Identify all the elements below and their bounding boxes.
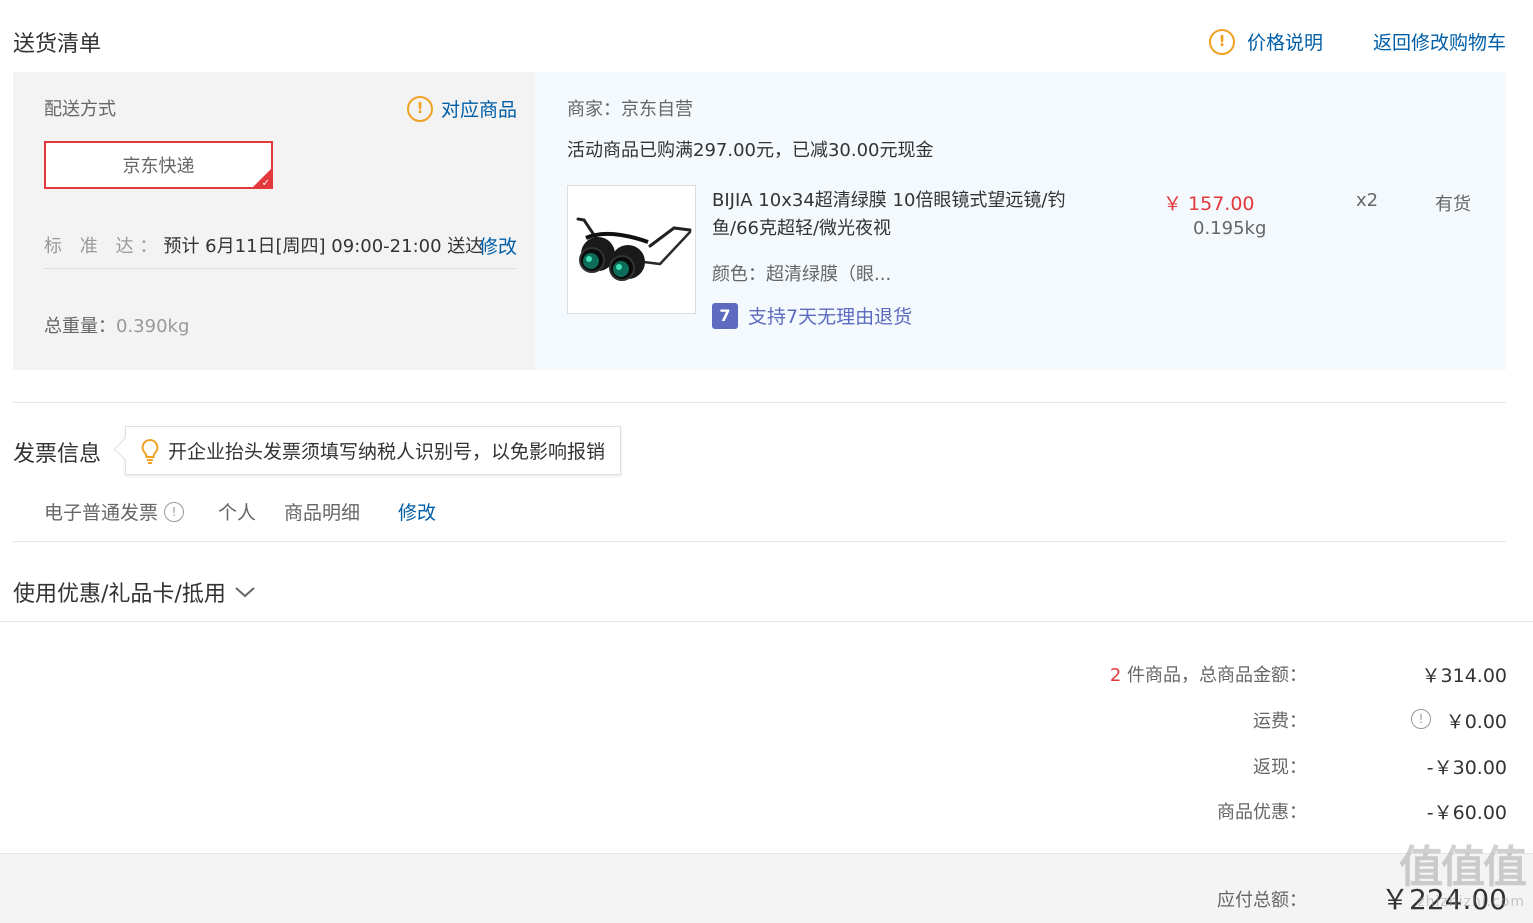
check-icon: ✓: [261, 178, 270, 189]
binoculars-glasses-image: [576, 217, 692, 281]
promotion-note: 活动商品已购满297.00元，已减30.00元现金: [567, 140, 934, 161]
warning-icon: !: [1209, 28, 1235, 55]
watermark-logo: 值值值: [1399, 842, 1527, 893]
watermark-url: zhizhizhi.com: [1417, 894, 1525, 910]
product-weight: 0.195kg: [1193, 218, 1267, 239]
cashback-label: 返现：: [1253, 757, 1307, 778]
total-payable-label: 应付总额：: [1217, 890, 1307, 911]
product-discount-label: 商品优惠：: [1217, 802, 1307, 823]
invoice-tip: 开企业抬头发票须填写纳税人识别号，以免影响报销: [113, 426, 621, 475]
delivery-method-label: 配送方式: [44, 99, 116, 120]
lightbulb-icon: [141, 438, 159, 464]
product-price: ￥ 157.00: [1163, 193, 1255, 215]
product-discount-value: -￥60.00: [1426, 802, 1507, 824]
invoice-details-row: 电子普通发票 ! 个人 商品明细 修改: [44, 498, 436, 525]
invoice-type: 电子普通发票: [44, 502, 159, 524]
jd-express-option[interactable]: 京东快递 ✓: [44, 141, 273, 189]
standard-delivery-time: 预计 6月11日[周四] 09:00-21:00 送达: [163, 236, 484, 257]
shipping-fee-value: ￥0.00: [1445, 711, 1507, 733]
invoice-title: 发票信息: [13, 442, 102, 467]
shipping-fee-label: 运费：: [1253, 711, 1307, 732]
invoice-tip-text: 开企业抬头发票须填写纳税人识别号，以免影响报销: [168, 441, 606, 463]
goods-amount: ￥314.00: [1421, 665, 1507, 687]
jd-express-label: 京东快递: [122, 156, 195, 177]
total-weight-row: 总重量：0.390kg: [44, 312, 189, 338]
goods-count: 2: [1109, 665, 1122, 686]
matching-products-label: 对应商品: [441, 99, 518, 121]
cashback-value: -￥30.00: [1426, 757, 1507, 779]
coupon-title: 使用优惠/礼品卡/抵用: [13, 582, 226, 607]
tooltip-arrow: [113, 437, 137, 461]
seven-day-return-icon: 7: [712, 302, 738, 329]
section-title: 送货清单: [13, 32, 102, 57]
divider: [13, 402, 1506, 403]
standard-delivery-row: 标 准 达： 预计 6月11日[周四] 09:00-21:00 送达: [44, 232, 483, 258]
invoice-content: 商品明细: [284, 502, 361, 524]
divider: [44, 268, 517, 269]
product-image[interactable]: [567, 185, 696, 314]
total-weight-label: 总重量：: [44, 316, 116, 337]
total-weight-value: 0.390kg: [116, 316, 190, 337]
goods-count-suffix: 件商品，总商品金额：: [1121, 665, 1307, 686]
matching-products-link[interactable]: ! 对应商品: [407, 95, 517, 122]
edit-invoice-link[interactable]: 修改: [398, 498, 436, 525]
divider: [13, 541, 1506, 542]
stock-status: 有货: [1435, 194, 1471, 215]
divider: [0, 621, 1533, 622]
product-name[interactable]: BIJIA 10x34超清绿膜 10倍眼镜式望远镜/钓鱼/66克超轻/微光夜视: [712, 187, 1092, 243]
merchant-name: 商家：京东自营: [567, 99, 693, 120]
price-info-link[interactable]: ! 价格说明: [1209, 28, 1323, 55]
return-policy: 7 支持7天无理由退货: [712, 302, 912, 329]
invoice-holder: 个人: [218, 502, 257, 524]
chevron-down-icon: [235, 587, 255, 598]
warning-icon: !: [407, 95, 433, 122]
back-to-cart-link[interactable]: 返回修改购物车: [1373, 28, 1506, 55]
edit-delivery-time-link[interactable]: 修改: [479, 232, 517, 259]
product-quantity: x2: [1356, 190, 1379, 211]
info-icon[interactable]: !: [1411, 709, 1431, 729]
return-policy-label: 支持7天无理由退货: [748, 306, 913, 328]
price-info-label: 价格说明: [1247, 32, 1324, 54]
standard-delivery-label: 标 准 达：: [44, 236, 164, 257]
coupon-toggle[interactable]: 使用优惠/礼品卡/抵用: [13, 576, 256, 608]
goods-count-label: 2 件商品，总商品金额：: [1110, 661, 1307, 687]
product-color: 颜色：超清绿膜（眼...: [712, 264, 892, 285]
site-watermark: 值值值 zhizhizhi.com: [1385, 842, 1527, 920]
info-icon[interactable]: !: [164, 501, 185, 522]
